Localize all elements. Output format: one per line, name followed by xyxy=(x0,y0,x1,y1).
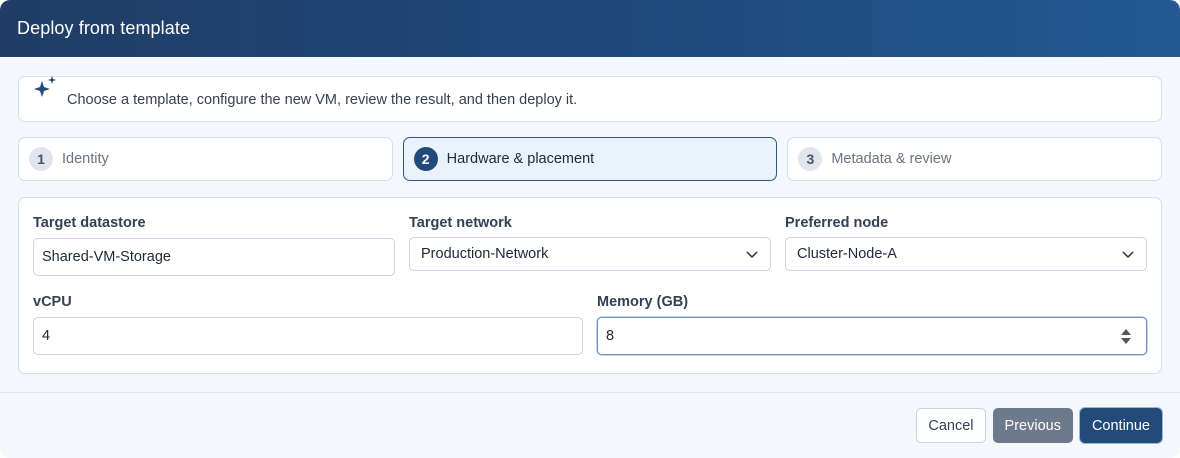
cancel-button[interactable]: Cancel xyxy=(916,408,986,443)
target-datastore-input[interactable]: Shared-VM-Storage xyxy=(33,238,395,276)
spin-down-icon[interactable] xyxy=(1121,337,1131,344)
vcpu-label: vCPU xyxy=(33,294,72,310)
step-label: Metadata & review xyxy=(831,151,952,167)
memory-label: Memory (GB) xyxy=(597,294,689,310)
step-label: Hardware & placement xyxy=(446,151,595,167)
dialog-title: Deploy from template xyxy=(17,18,191,38)
target-datastore-label: Target datastore xyxy=(33,215,146,231)
spin-up-icon[interactable] xyxy=(1121,328,1131,335)
preferred-node-value: Cluster-Node-A xyxy=(797,246,897,262)
target-network-select[interactable]: Production-Network xyxy=(409,237,771,271)
chevron-down-icon xyxy=(1122,251,1134,259)
target-network-value: Production-Network xyxy=(421,246,549,262)
number-spinner[interactable] xyxy=(1121,328,1131,344)
previous-button[interactable]: Previous xyxy=(992,408,1073,443)
intro-banner: Choose a template, configure the new VM,… xyxy=(18,76,1162,122)
step-number: 2 xyxy=(413,147,438,171)
dialog-header: Deploy from template xyxy=(0,0,1180,57)
sparkles-icon xyxy=(34,76,56,97)
vcpu-input[interactable]: 4 xyxy=(33,317,583,355)
chevron-down-icon xyxy=(746,251,758,259)
hardware-form: Target datastore Shared-VM-Storage Targe… xyxy=(18,197,1162,374)
preferred-node-label: Preferred node xyxy=(785,215,889,231)
step-hardware-placement[interactable]: 2 Hardware & placement xyxy=(402,137,778,181)
intro-text: Choose a template, configure the new VM,… xyxy=(67,91,578,108)
step-number: 3 xyxy=(798,147,823,171)
preferred-node-field: Preferred node Cluster-Node-A xyxy=(785,214,1147,276)
wizard-steps: 1 Identity 2 Hardware & placement 3 Meta… xyxy=(18,137,1163,181)
deploy-dialog: Deploy from template Choose a template, … xyxy=(0,0,1180,458)
step-metadata-review[interactable]: 3 Metadata & review xyxy=(787,137,1163,181)
target-network-label: Target network xyxy=(409,215,512,231)
memory-field: Memory (GB) 8 xyxy=(597,293,1147,355)
dialog-footer: Cancel Previous Continue xyxy=(0,392,1180,458)
memory-input[interactable]: 8 xyxy=(597,317,1147,355)
target-datastore-field: Target datastore Shared-VM-Storage xyxy=(33,214,395,276)
step-number: 1 xyxy=(29,147,53,171)
continue-button[interactable]: Continue xyxy=(1079,408,1162,443)
vcpu-field: vCPU 4 xyxy=(33,293,583,355)
step-identity[interactable]: 1 Identity xyxy=(18,137,393,181)
target-network-field: Target network Production-Network xyxy=(409,214,771,276)
memory-value: 8 xyxy=(606,328,615,344)
preferred-node-select[interactable]: Cluster-Node-A xyxy=(785,237,1147,271)
step-label: Identity xyxy=(62,151,109,167)
dialog-body: Choose a template, configure the new VM,… xyxy=(0,57,1180,374)
